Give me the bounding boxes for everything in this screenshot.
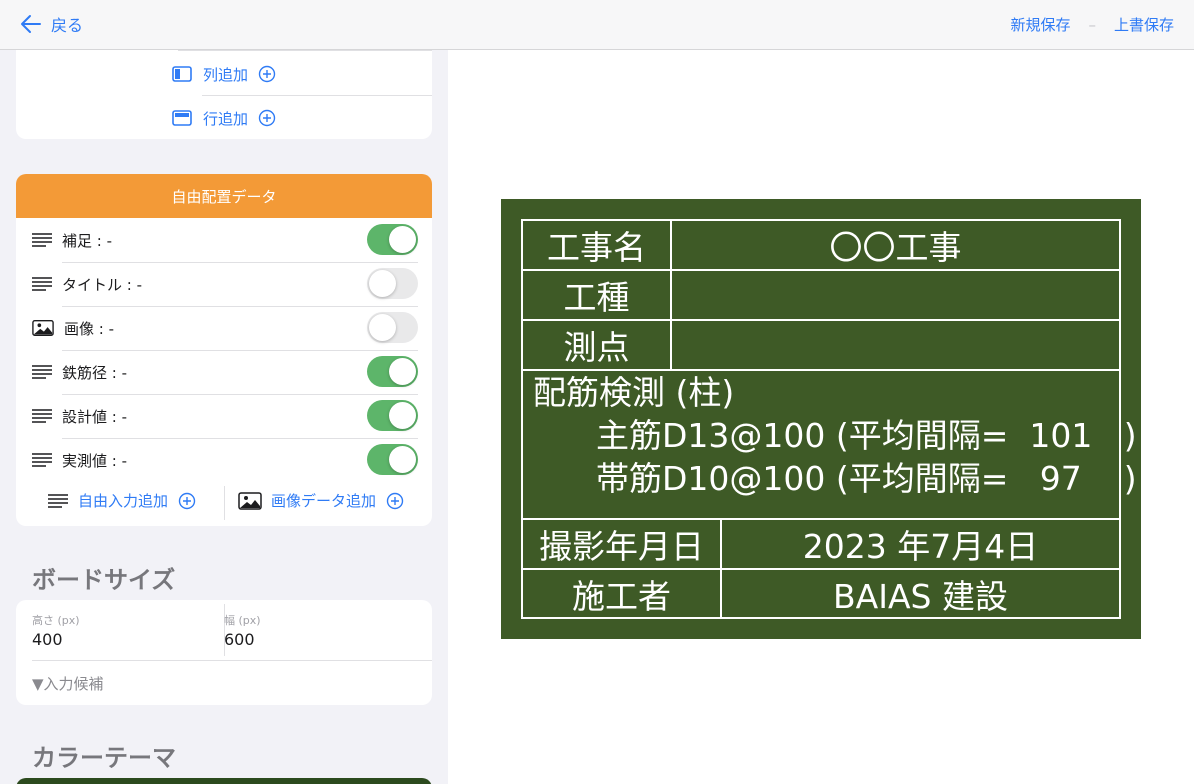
survey-point-value — [672, 321, 1119, 369]
blackboard-preview: 工事名 〇〇工事 工種 測点 配筋検測 (柱) 主筋D13@100 (平均間隔=… — [501, 199, 1141, 639]
nav-separator: – — [1088, 15, 1096, 34]
divider — [202, 95, 432, 96]
width-input[interactable]: 600 — [224, 630, 255, 649]
free-data-toggle[interactable] — [367, 224, 418, 255]
shooting-date-key: 撮影年月日 — [539, 527, 704, 566]
free-data-add-row: 自由入力追加 画像データ追加 — [16, 484, 432, 524]
free-data-card: 自由配置データ 補足 : - タイトル : - 画像 : - 鉄筋径 : - 設計値 :… — [16, 174, 432, 526]
free-data-label: 設計値 : - — [62, 407, 128, 426]
divider — [32, 660, 432, 661]
input-candidates-dropdown[interactable]: ▼入力候補 — [32, 673, 104, 694]
divider — [178, 50, 432, 51]
text-lines-icon — [32, 365, 52, 379]
divider — [62, 350, 418, 351]
save-actions: 新規保存 – 上書保存 — [1010, 14, 1174, 35]
free-data-label: 鉄筋径 : - — [62, 363, 128, 382]
add-column-label: 列追加 — [203, 65, 249, 84]
height-label: 高さ (px) — [32, 614, 80, 627]
back-label: 戻る — [51, 16, 84, 35]
construction-name-value: 〇〇工事 — [829, 228, 962, 267]
builder-value: BAIAS 建設 — [833, 577, 1008, 616]
new-save-button[interactable]: 新規保存 — [1010, 14, 1070, 35]
color-theme-swatch[interactable] — [16, 778, 432, 784]
divider — [62, 262, 418, 263]
column-icon — [172, 66, 192, 82]
divider — [62, 438, 418, 439]
text-lines-icon — [48, 493, 68, 508]
free-data-row: 補足 : - — [16, 218, 432, 262]
width-field[interactable]: 幅 (px) 600 — [208, 600, 432, 660]
toggle-knob — [389, 402, 416, 429]
overwrite-save-button[interactable]: 上書保存 — [1114, 14, 1174, 35]
notes-line: 帯筋D10@100 (平均間隔= 97 ) — [533, 459, 1137, 498]
work-type-key: 工種 — [563, 278, 630, 317]
add-row-button[interactable]: 行追加 — [172, 103, 276, 133]
settings-panel: 列追加 行追加 自由配置データ 補足 : - タイトル : - 画像 : - 鉄筋径 … — [0, 50, 448, 784]
image-icon — [238, 491, 262, 510]
add-row-label: 行追加 — [203, 109, 249, 128]
width-label: 幅 (px) — [224, 614, 261, 627]
free-data-label: タイトル : - — [62, 275, 143, 294]
free-data-header: 自由配置データ — [16, 174, 432, 218]
free-data-toggle[interactable] — [367, 444, 418, 475]
divider — [62, 394, 418, 395]
free-data-toggle[interactable] — [367, 268, 418, 299]
toggle-knob — [369, 270, 396, 297]
back-button[interactable]: 戻る — [20, 12, 83, 36]
plus-circle-icon — [178, 492, 196, 509]
divider — [224, 486, 225, 520]
plus-circle-icon — [386, 492, 404, 509]
layout-card: 列追加 行追加 — [16, 50, 432, 139]
builder-key: 施工者 — [572, 577, 671, 616]
construction-name-key: 工事名 — [547, 228, 646, 267]
text-lines-icon — [32, 453, 52, 467]
shooting-date-value: 2023 年7月4日 — [802, 527, 1039, 566]
text-lines-icon — [32, 409, 52, 423]
add-image-data-button[interactable]: 画像データ追加 — [238, 490, 404, 511]
add-image-data-label: 画像データ追加 — [271, 492, 377, 510]
toggle-knob — [389, 446, 416, 473]
color-theme-title: カラーテーマ — [32, 744, 176, 772]
free-data-toggle[interactable] — [367, 400, 418, 431]
height-field[interactable]: 高さ (px) 400 — [16, 600, 224, 660]
board-size-title: ボードサイズ — [32, 566, 176, 594]
toggle-knob — [369, 314, 396, 341]
survey-point-key: 測点 — [563, 328, 630, 367]
free-data-row: 実測値 : - — [16, 438, 432, 482]
top-nav-bar: 戻る 新規保存 – 上書保存 — [0, 0, 1194, 50]
height-input[interactable]: 400 — [32, 630, 63, 649]
arrow-left-icon — [21, 15, 41, 33]
free-data-row: 画像 : - — [16, 306, 432, 350]
free-data-label: 画像 : - — [64, 319, 115, 338]
work-type-value — [672, 271, 1119, 319]
plus-circle-icon — [258, 65, 276, 83]
free-data-label: 実測値 : - — [62, 451, 128, 470]
text-lines-icon — [32, 277, 52, 291]
free-data-toggle[interactable] — [367, 356, 418, 387]
notes-line: 主筋D13@100 (平均間隔= 101 ) — [533, 416, 1137, 455]
add-column-button[interactable]: 列追加 — [172, 59, 276, 89]
row-icon — [172, 110, 192, 126]
toggle-knob — [389, 226, 416, 253]
image-icon — [32, 319, 54, 337]
toggle-knob — [389, 358, 416, 385]
free-data-toggle[interactable] — [367, 312, 418, 343]
plus-circle-icon — [258, 109, 276, 127]
add-free-input-label: 自由入力追加 — [78, 492, 169, 510]
board-size-card: 高さ (px) 400 幅 (px) 600 ▼入力候補 — [16, 600, 432, 705]
blackboard-frame: 工事名 〇〇工事 工種 測点 配筋検測 (柱) 主筋D13@100 (平均間隔=… — [521, 219, 1137, 619]
add-free-input-button[interactable]: 自由入力追加 — [48, 490, 196, 511]
notes-block: 配筋検測 (柱) 主筋D13@100 (平均間隔= 101 ) 帯筋D10@10… — [533, 371, 1137, 500]
text-lines-icon — [32, 233, 52, 247]
free-data-row: 設計値 : - — [16, 394, 432, 438]
notes-line: 配筋検測 (柱) — [533, 373, 735, 412]
free-data-label: 補足 : - — [62, 231, 113, 250]
free-data-row: 鉄筋径 : - — [16, 350, 432, 394]
free-data-row: タイトル : - — [16, 262, 432, 306]
divider — [62, 306, 418, 307]
